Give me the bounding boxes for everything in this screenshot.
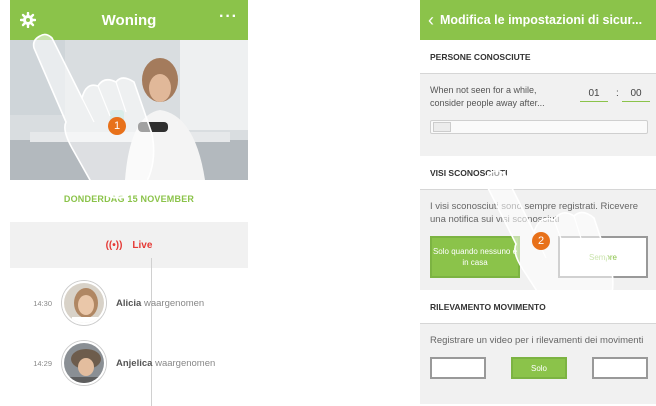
- section-known-people: PERSONE CONOSCIUTE: [420, 40, 656, 74]
- live-label: Live: [132, 239, 153, 251]
- motion-option-button[interactable]: Solo: [511, 357, 567, 379]
- event-item[interactable]: 14:29 Anjelica waargenomen: [10, 340, 248, 386]
- tapping-hand-icon: [32, 33, 155, 199]
- motion-panel: Registrare un video per i rilevamenti de…: [420, 324, 656, 404]
- hours-input[interactable]: 01: [580, 88, 608, 102]
- slider-handle[interactable]: [433, 122, 451, 132]
- event-person-name: Alicia: [116, 297, 142, 309]
- settings-header: ‹ Modifica le impostazioni di sicur...: [420, 0, 656, 40]
- back-arrow-icon[interactable]: ‹: [428, 10, 434, 31]
- time-separator: :: [616, 88, 619, 99]
- step-badge: 2: [532, 232, 550, 250]
- motion-option-button[interactable]: [592, 357, 648, 379]
- away-slider[interactable]: [430, 120, 648, 134]
- event-time: 14:30: [33, 298, 52, 308]
- event-text: Alicia waargenomen: [106, 298, 204, 309]
- home-screen: Woning ··· DONDERDAG 15 NOVEMBER ((•)) L…: [10, 0, 248, 406]
- event-person-name: Anjelica: [116, 357, 153, 369]
- event-action: waargenomen: [152, 357, 216, 369]
- avatar: [62, 341, 106, 385]
- security-settings-screen: ‹ Modifica le impostazioni di sicur... P…: [420, 0, 656, 406]
- motion-option-button[interactable]: [430, 357, 486, 379]
- event-item[interactable]: 14:30 Alicia waargenomen: [10, 280, 248, 326]
- live-broadcast-icon: ((•)): [105, 239, 123, 251]
- more-options-icon[interactable]: ···: [219, 8, 238, 26]
- motion-description: Registrare un video per i rilevamenti de…: [430, 335, 644, 346]
- event-action: waargenomen: [141, 297, 205, 309]
- settings-title: Modifica le impostazioni di sicur...: [440, 13, 643, 27]
- event-text: Anjelica waargenomen: [106, 358, 215, 369]
- away-description: When not seen for a while, consider peop…: [430, 85, 545, 108]
- avatar: [62, 281, 106, 325]
- step-badge: 1: [108, 117, 126, 135]
- header-title: Woning: [101, 11, 157, 29]
- minutes-input[interactable]: 00: [622, 88, 650, 102]
- known-people-panel: When not seen for a while, consider peop…: [420, 74, 656, 156]
- event-time: 14:29: [33, 358, 52, 368]
- live-row[interactable]: ((•)) Live: [10, 222, 248, 268]
